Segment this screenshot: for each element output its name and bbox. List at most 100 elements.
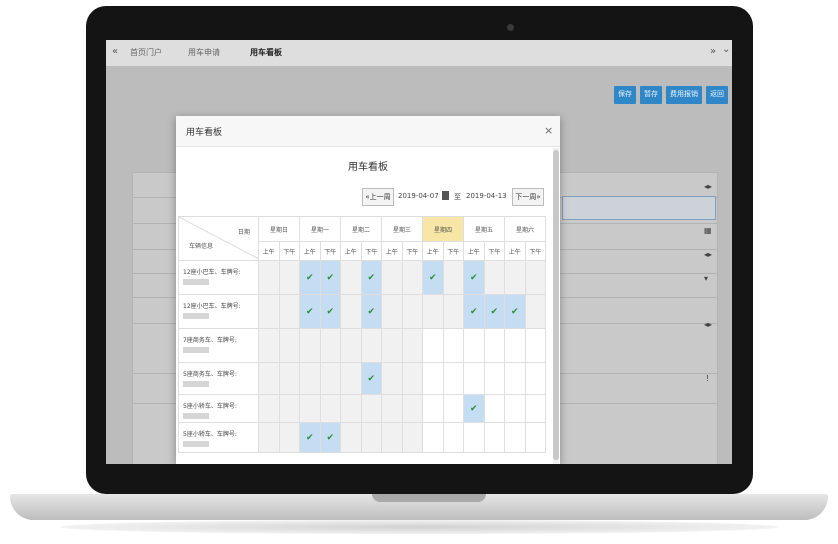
scroll-right-icon[interactable]: » xyxy=(710,46,716,57)
empty-slot[interactable] xyxy=(258,294,280,329)
empty-slot[interactable] xyxy=(381,362,403,395)
empty-slot[interactable] xyxy=(504,394,526,423)
empty-slot[interactable] xyxy=(442,362,464,395)
empty-slot[interactable] xyxy=(381,294,403,329)
empty-slot[interactable] xyxy=(524,362,546,395)
empty-slot[interactable] xyxy=(299,362,321,395)
empty-slot[interactable] xyxy=(299,394,321,423)
empty-slot[interactable] xyxy=(442,294,464,329)
empty-slot[interactable] xyxy=(278,394,300,423)
empty-slot[interactable] xyxy=(463,362,485,395)
empty-slot[interactable] xyxy=(319,394,341,423)
empty-slot[interactable] xyxy=(381,394,403,423)
empty-slot[interactable] xyxy=(360,328,382,363)
booked-slot[interactable]: ✔ xyxy=(483,294,505,329)
empty-slot[interactable] xyxy=(524,294,546,329)
booked-slot[interactable]: ✔ xyxy=(299,260,321,295)
empty-slot[interactable] xyxy=(340,422,362,453)
empty-slot[interactable] xyxy=(422,362,444,395)
empty-slot[interactable] xyxy=(278,328,300,363)
booked-slot[interactable]: ✔ xyxy=(360,362,382,395)
background-input[interactable] xyxy=(562,196,716,220)
empty-slot[interactable] xyxy=(483,422,505,453)
empty-slot[interactable] xyxy=(258,362,280,395)
calendar-icon[interactable] xyxy=(442,191,449,200)
scroll-left-icon[interactable]: « xyxy=(112,46,118,57)
tab-vehicle-board[interactable]: 用车看板 xyxy=(250,47,282,58)
booked-slot[interactable]: ✔ xyxy=(299,294,321,329)
empty-slot[interactable] xyxy=(278,362,300,395)
back-button[interactable]: 返回 xyxy=(706,86,728,104)
empty-slot[interactable] xyxy=(258,422,280,453)
empty-slot[interactable] xyxy=(381,422,403,453)
booked-slot[interactable]: ✔ xyxy=(463,294,485,329)
save-button[interactable]: 保存 xyxy=(614,86,636,104)
empty-slot[interactable] xyxy=(401,260,423,295)
empty-slot[interactable] xyxy=(524,328,546,363)
empty-slot[interactable] xyxy=(258,394,280,423)
chevron-down-icon[interactable]: ⌄ xyxy=(722,44,730,55)
empty-slot[interactable] xyxy=(401,362,423,395)
empty-slot[interactable] xyxy=(381,260,403,295)
empty-slot[interactable] xyxy=(319,328,341,363)
booked-slot[interactable]: ✔ xyxy=(299,422,321,453)
booked-slot[interactable]: ✔ xyxy=(319,294,341,329)
booked-slot[interactable]: ✔ xyxy=(463,394,485,423)
booked-slot[interactable]: ✔ xyxy=(360,260,382,295)
booked-slot[interactable]: ✔ xyxy=(360,294,382,329)
empty-slot[interactable] xyxy=(422,294,444,329)
empty-slot[interactable] xyxy=(504,422,526,453)
empty-slot[interactable] xyxy=(299,328,321,363)
empty-slot[interactable] xyxy=(524,422,546,453)
draft-button[interactable]: 暂存 xyxy=(640,86,662,104)
empty-slot[interactable] xyxy=(278,422,300,453)
empty-slot[interactable] xyxy=(401,328,423,363)
empty-slot[interactable] xyxy=(258,260,280,295)
booked-slot[interactable]: ✔ xyxy=(504,294,526,329)
tab-home-portal[interactable]: 首页门户 xyxy=(130,47,162,58)
empty-slot[interactable] xyxy=(278,260,300,295)
empty-slot[interactable] xyxy=(278,294,300,329)
scrollbar-thumb[interactable] xyxy=(553,150,559,460)
booked-slot[interactable]: ✔ xyxy=(319,260,341,295)
empty-slot[interactable] xyxy=(504,362,526,395)
empty-slot[interactable] xyxy=(360,422,382,453)
empty-slot[interactable] xyxy=(381,328,403,363)
empty-slot[interactable] xyxy=(442,422,464,453)
empty-slot[interactable] xyxy=(442,394,464,423)
empty-slot[interactable] xyxy=(401,422,423,453)
booked-slot[interactable]: ✔ xyxy=(463,260,485,295)
empty-slot[interactable] xyxy=(360,394,382,423)
empty-slot[interactable] xyxy=(340,362,362,395)
empty-slot[interactable] xyxy=(504,328,526,363)
close-icon[interactable]: × xyxy=(544,124,553,137)
empty-slot[interactable] xyxy=(483,260,505,295)
empty-slot[interactable] xyxy=(483,394,505,423)
next-week-button[interactable]: 下一周» xyxy=(512,188,544,206)
empty-slot[interactable] xyxy=(422,422,444,453)
empty-slot[interactable] xyxy=(483,328,505,363)
empty-slot[interactable] xyxy=(340,260,362,295)
tab-vehicle-request[interactable]: 用车申请 xyxy=(188,47,220,58)
empty-slot[interactable] xyxy=(442,328,464,363)
empty-slot[interactable] xyxy=(340,294,362,329)
empty-slot[interactable] xyxy=(422,394,444,423)
empty-slot[interactable] xyxy=(524,260,546,295)
booked-slot[interactable]: ✔ xyxy=(422,260,444,295)
empty-slot[interactable] xyxy=(422,328,444,363)
empty-slot[interactable] xyxy=(340,394,362,423)
empty-slot[interactable] xyxy=(401,294,423,329)
date-to-field[interactable]: 2019-04-13 xyxy=(466,192,507,200)
empty-slot[interactable] xyxy=(340,328,362,363)
prev-week-button[interactable]: «上一周 xyxy=(362,188,394,206)
empty-slot[interactable] xyxy=(524,394,546,423)
empty-slot[interactable] xyxy=(401,394,423,423)
empty-slot[interactable] xyxy=(504,260,526,295)
empty-slot[interactable] xyxy=(442,260,464,295)
empty-slot[interactable] xyxy=(463,328,485,363)
empty-slot[interactable] xyxy=(258,328,280,363)
empty-slot[interactable] xyxy=(319,362,341,395)
booked-slot[interactable]: ✔ xyxy=(319,422,341,453)
empty-slot[interactable] xyxy=(483,362,505,395)
empty-slot[interactable] xyxy=(463,422,485,453)
